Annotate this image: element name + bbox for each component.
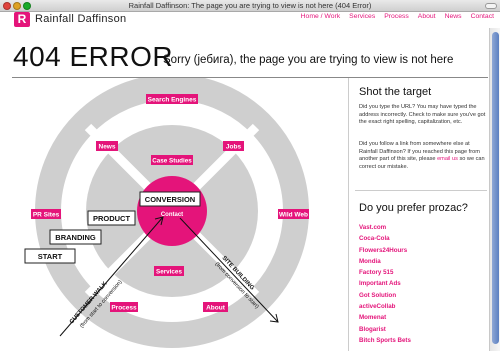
diagram-svg: Search Engines News Jobs PR Sites Wild W…	[24, 78, 309, 348]
page-subtitle: Sorry (јебига), the page you are trying …	[163, 54, 454, 66]
step-start[interactable]: START	[24, 248, 76, 264]
prozac-link[interactable]: Factory 515	[359, 269, 411, 280]
main-nav: Home / Work Services Process About News …	[301, 13, 494, 20]
sidebar-target-paragraph-2: Did you follow a link from somewhere els…	[359, 141, 487, 171]
prozac-link[interactable]: Vast.com	[359, 224, 411, 235]
tag-jobs[interactable]: Jobs	[223, 141, 244, 151]
step-product[interactable]: PRODUCT	[87, 210, 136, 226]
tag-process-label: Process	[111, 305, 137, 312]
conversion-label: CONVERSION	[145, 195, 195, 204]
nav-home-work[interactable]: Home / Work	[301, 13, 341, 20]
tag-process[interactable]: Process	[110, 302, 138, 312]
site-map-diagram: Search Engines News Jobs PR Sites Wild W…	[0, 78, 348, 351]
site-header: R Rainfall Daffinson Home / Work Service…	[0, 12, 500, 28]
nav-process[interactable]: Process	[384, 13, 409, 20]
tag-wild-web[interactable]: Wild Web	[278, 209, 309, 219]
prozac-link[interactable]: activeCollab	[359, 303, 411, 314]
toolbar-toggle-button[interactable]	[485, 3, 497, 9]
nav-about[interactable]: About	[418, 13, 436, 20]
step-branding[interactable]: BRANDING	[49, 229, 102, 245]
sidebar-target-heading: Shot the target	[359, 86, 432, 98]
sidebar: Shot the target Did you type the URL? Yo…	[348, 78, 488, 351]
step-product-label: PRODUCT	[93, 214, 131, 223]
prozac-link[interactable]: Flowers24Hours	[359, 247, 411, 258]
prozac-link[interactable]: Bitch Sports Bets	[359, 337, 411, 348]
prozac-link[interactable]: Blogarist	[359, 326, 411, 337]
window-title: Rainfall Daffinson: The page you are try…	[128, 1, 372, 10]
sidebar-divider	[355, 190, 487, 191]
tag-about[interactable]: About	[203, 302, 228, 312]
tag-search-engines[interactable]: Search Engines	[146, 94, 198, 104]
tag-search-engines-label: Search Engines	[148, 97, 197, 104]
tag-wild-web-label: Wild Web	[279, 212, 308, 219]
tag-services[interactable]: Services	[154, 266, 184, 276]
step-branding-label: BRANDING	[55, 233, 96, 242]
logo-text[interactable]: Rainfall Daffinson	[35, 13, 126, 25]
tag-case-studies[interactable]: Case Studies	[151, 155, 193, 165]
sidebar-prozac-heading: Do you prefer prozac?	[359, 202, 468, 214]
page-title: 404 ERROR	[13, 41, 174, 72]
tag-about-label: About	[206, 305, 226, 312]
prozac-link-list: Vast.com Coca-Cola Flowers24Hours Mondia…	[359, 224, 411, 348]
prozac-link[interactable]: Got Solution	[359, 292, 411, 303]
prozac-link[interactable]: Important Ads	[359, 280, 411, 291]
prozac-link[interactable]: Momenat	[359, 314, 411, 325]
step-start-label: START	[38, 252, 63, 261]
tag-services-label: Services	[156, 269, 182, 276]
prozac-link[interactable]: Coca-Cola	[359, 235, 411, 246]
logo-icon[interactable]: R	[14, 12, 30, 27]
nav-contact[interactable]: Contact	[471, 13, 494, 20]
prozac-link[interactable]: Mondia	[359, 258, 411, 269]
vertical-scrollbar[interactable]	[489, 28, 500, 351]
nav-services[interactable]: Services	[349, 13, 375, 20]
scrollbar-thumb[interactable]	[492, 32, 499, 344]
tag-pr-sites-label: PR Sites	[33, 212, 60, 219]
tag-case-studies-label: Case Studies	[152, 158, 192, 165]
window-titlebar: Rainfall Daffinson: The page you are try…	[0, 0, 500, 12]
conversion-box[interactable]: CONVERSION	[139, 191, 201, 207]
tag-jobs-label: Jobs	[226, 144, 242, 151]
email-us-link[interactable]: email us	[437, 156, 458, 162]
tag-news[interactable]: News	[96, 141, 118, 151]
tag-contact-label[interactable]: Contact	[161, 212, 183, 218]
tag-news-label: News	[99, 144, 116, 151]
tag-pr-sites[interactable]: PR Sites	[31, 209, 61, 219]
nav-news[interactable]: News	[445, 13, 462, 20]
sidebar-target-paragraph-1: Did you type the URL? You may have typed…	[359, 104, 486, 126]
